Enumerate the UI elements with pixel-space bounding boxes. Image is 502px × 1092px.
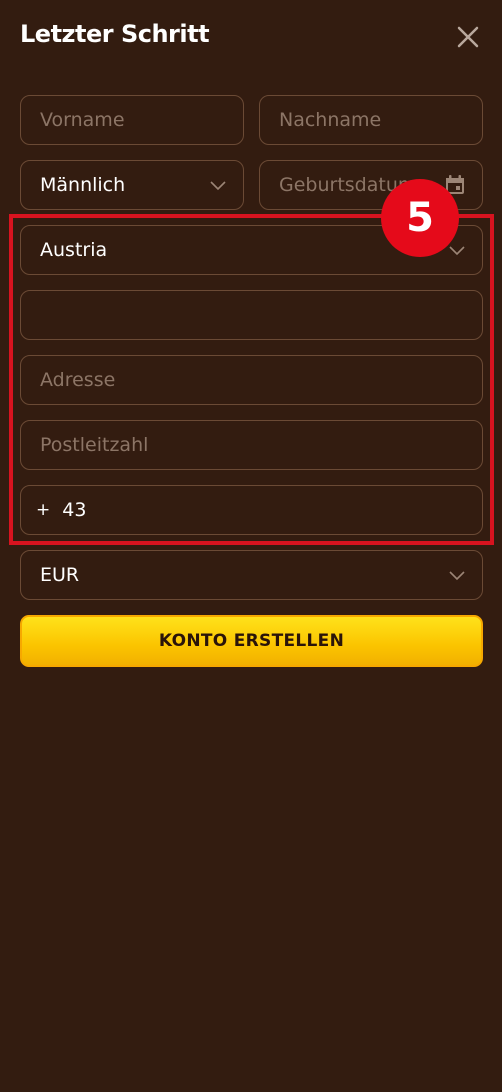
last-name-field[interactable] — [259, 95, 483, 145]
highlight-box — [9, 214, 494, 545]
last-name-input[interactable] — [279, 109, 466, 131]
step-badge: 5 — [381, 179, 459, 257]
currency-select[interactable]: EUR — [20, 550, 483, 600]
create-account-button[interactable]: KONTO ERSTELLEN — [20, 615, 483, 667]
first-name-field[interactable] — [20, 95, 244, 145]
first-name-input[interactable] — [40, 109, 227, 131]
close-icon[interactable] — [455, 24, 481, 50]
gender-select[interactable]: Männlich — [20, 160, 244, 210]
chevron-down-icon — [449, 571, 465, 581]
currency-value: EUR — [40, 564, 80, 586]
page-title: Letzter Schritt — [20, 20, 210, 48]
chevron-down-icon — [210, 181, 226, 191]
gender-value: Männlich — [40, 174, 126, 196]
